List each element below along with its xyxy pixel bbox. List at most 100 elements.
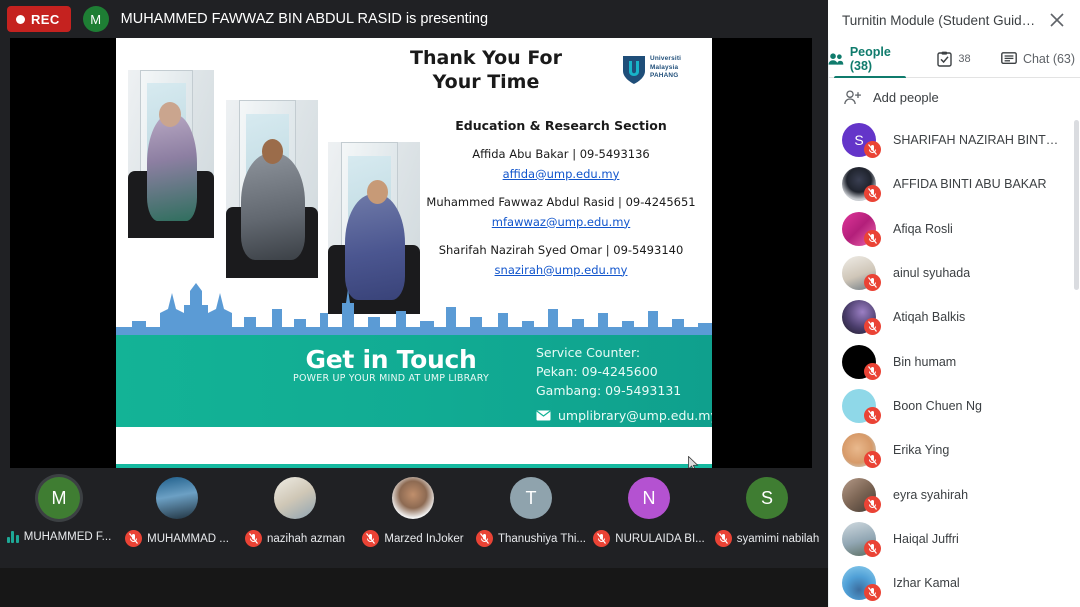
recording-label: REC [31, 11, 60, 27]
contact-entry: Sharifah Nazirah Syed Omar | 09-5493140 … [416, 242, 706, 279]
tab-activities[interactable]: 38 [912, 40, 996, 77]
slide-title-line1: Thank You For [410, 47, 562, 69]
tab-chat-label: Chat (63) [1022, 51, 1076, 66]
meeting-title: Turnitin Module (Student Guide) ... [842, 12, 1042, 28]
tab-activities-badge: 38 [958, 52, 971, 65]
participant-name: Bin humam [893, 354, 957, 369]
service-counter-block: Service Counter: Pekan: 09-4245600 Gamba… [536, 343, 712, 425]
mic-off-icon [125, 530, 143, 547]
presenter-avatar: M [82, 6, 109, 32]
avatar [842, 521, 881, 557]
mic-off-icon [864, 584, 881, 602]
slide-footer-strip [116, 427, 712, 464]
avatar [842, 477, 881, 513]
contact-name: Sharifah Nazirah Syed Omar | 09-5493140 [438, 242, 684, 257]
people-list[interactable]: S SHARIFAH NAZIRAH BINTI SY... AFFIDA BI… [828, 118, 1080, 607]
participant-filmstrip: M MUHAMMED F... MUHAMMAD ... nazihah azm… [0, 468, 828, 568]
filmstrip-tile[interactable]: Marzed InJoker [354, 468, 472, 568]
list-item[interactable]: Afiqa Rosli [828, 207, 1080, 251]
list-item[interactable]: Haiqal Juffri [828, 517, 1080, 561]
filmstrip-tile[interactable]: T Thanushiya Thi... [472, 468, 590, 568]
filmstrip-tile[interactable]: MUHAMMAD ... [118, 468, 236, 568]
meeting-window: REC M MUHAMMED FAWWAZ BIN ABDUL RASID is… [0, 0, 1080, 607]
avatar-initial: T [525, 487, 537, 508]
list-item[interactable]: Izhar Kamal [828, 561, 1080, 605]
participant-name: eyra syahirah [893, 487, 969, 502]
avatar [392, 477, 434, 519]
service-counter-pekan: Pekan: 09-4245600 [536, 364, 658, 379]
participant-name: ainul syuhada [893, 266, 971, 281]
avatar [842, 167, 881, 203]
mic-off-icon [864, 274, 881, 292]
shared-screen-area[interactable]: Thank You For Your Time Universiti Malay… [10, 38, 812, 468]
mic-off-icon [864, 362, 881, 380]
mic-off-icon [864, 406, 881, 424]
recording-badge[interactable]: REC [7, 6, 71, 32]
filmstrip-tile[interactable]: S syamimi nabilah [708, 468, 826, 568]
mic-off-icon [714, 530, 732, 547]
participant-name: Haiqal Juffri [893, 531, 959, 546]
logo-line-1: Universiti [650, 55, 682, 62]
participant-name: Erika Ying [893, 443, 950, 458]
mic-off-icon [864, 495, 881, 513]
list-item[interactable]: Erika Ying [828, 428, 1080, 472]
avatar [842, 433, 881, 469]
list-item[interactable]: AFFIDA BINTI ABU BAKAR [828, 162, 1080, 206]
participant-name: MUHAMMED F... [23, 530, 112, 543]
people-icon [828, 52, 844, 65]
contact-email-link[interactable]: snazirah@ump.edu.my [495, 262, 628, 279]
participant-name: Thanushiya Thi... [497, 532, 586, 545]
filmstrip-tile[interactable]: M MUHAMMED F... [0, 468, 118, 568]
stage-bottom-bar [0, 568, 828, 607]
avatar [842, 388, 881, 424]
filmstrip-tile[interactable]: nazihah azman [236, 468, 354, 568]
ump-logo-text: Universiti Malaysia PAHANG [650, 55, 681, 81]
contact-name: Affida Abu Bakar | 09-5493136 [472, 147, 650, 161]
ump-shield-logo-icon: Universiti Malaysia PAHANG [620, 54, 698, 86]
list-item[interactable]: eyra syahirah [828, 472, 1080, 516]
contact-entry: Muhammed Fawwaz Abdul Rasid | 09-4245651… [416, 194, 706, 231]
contact-email-link[interactable]: mfawwaz@ump.edu.my [492, 214, 630, 231]
close-icon[interactable] [1042, 5, 1072, 35]
list-item[interactable]: Boon Chuen Ng [828, 384, 1080, 428]
avatar [842, 211, 881, 247]
service-counter-label: Service Counter: [536, 345, 641, 360]
avatar-initial: M [51, 487, 67, 508]
avatar [842, 344, 881, 380]
mic-off-icon [864, 318, 881, 336]
participant-name: Izhar Kamal [893, 576, 960, 591]
avatar-initial: S [854, 132, 864, 149]
avatar: S [842, 123, 881, 159]
mouse-cursor [688, 456, 699, 468]
mic-off-icon [864, 141, 881, 159]
add-people-button[interactable]: Add people [828, 78, 1080, 116]
chat-icon [1001, 51, 1017, 64]
participant-name: Afiqa Rosli [893, 221, 953, 236]
filmstrip-tile[interactable]: N NURULAIDA BI... [590, 468, 708, 568]
service-counter-gambang: Gambang: 09-5493131 [536, 383, 682, 398]
banner-title: Get in Touch [305, 345, 477, 374]
list-item[interactable]: S SHARIFAH NAZIRAH BINTI SY... [828, 118, 1080, 162]
avatar [842, 256, 881, 292]
envelope-icon [536, 410, 551, 421]
participant-name: SHARIFAH NAZIRAH BINTI SY... [893, 133, 1061, 148]
people-list-scrollbar[interactable] [1074, 120, 1079, 290]
contact-name: Muhammed Fawwaz Abdul Rasid | 09-4245651 [426, 194, 696, 209]
avatar [842, 566, 881, 602]
contact-block: Education & Research Section Affida Abu … [416, 118, 706, 290]
tab-people[interactable]: People (38) [828, 40, 912, 78]
avatar: T [510, 477, 552, 519]
side-panel: Turnitin Module (Student Guide) ... Peop… [828, 0, 1080, 607]
participant-name: syamimi nabilah [736, 532, 820, 545]
tab-chat[interactable]: Chat (63) [996, 40, 1080, 77]
mic-off-icon [362, 530, 380, 547]
tab-people-label: People (38) [849, 44, 891, 73]
contact-email-link[interactable]: affida@ump.edu.my [503, 166, 620, 183]
staff-photo [226, 100, 318, 278]
logo-line-3: PAHANG [650, 72, 679, 80]
list-item[interactable]: Atiqah Balkis [828, 295, 1080, 339]
list-item[interactable]: ainul syuhada [828, 251, 1080, 295]
list-item[interactable]: Bin humam [828, 339, 1080, 383]
avatar [156, 477, 198, 519]
add-people-label: Add people [873, 89, 939, 105]
